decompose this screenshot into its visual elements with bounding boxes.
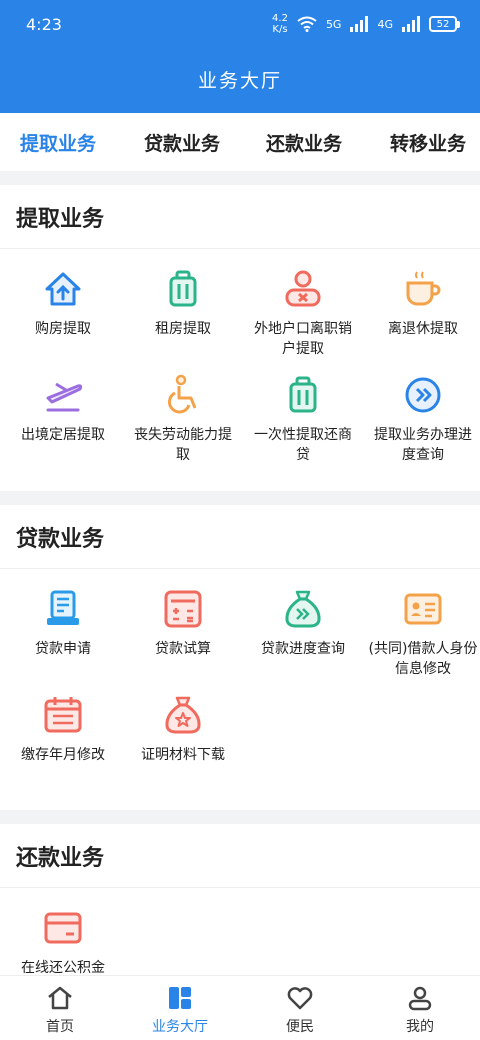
service-label: 贷款试算: [155, 641, 211, 657]
money-bag-forward-icon: [281, 587, 325, 631]
service-disability-withdrawal[interactable]: 丧失劳动能力提取: [126, 373, 240, 479]
section-repayment: 还款业务 在线还公积金: [0, 824, 480, 976]
service-label: 证明材料下载: [141, 747, 225, 763]
house-upload-icon: [41, 267, 85, 311]
user-icon: [408, 986, 432, 1011]
nav-label: 便民: [286, 1019, 314, 1035]
signal-icon: [350, 16, 369, 32]
grid-icon: [169, 987, 191, 1009]
id-card-icon: [401, 587, 445, 631]
nav-label: 首页: [46, 1019, 74, 1035]
service-label: 缴存年月修改: [21, 747, 105, 763]
service-label: 一次性提取还商贷: [254, 427, 352, 463]
service-label: 租房提取: [155, 321, 211, 337]
airplane-icon: [41, 373, 85, 417]
service-loan-application[interactable]: 贷款申请: [6, 587, 120, 693]
service-certificate-download[interactable]: 证明材料下载: [126, 693, 240, 799]
service-label: 购房提取: [35, 321, 91, 337]
service-deposit-month-edit[interactable]: 缴存年月修改: [6, 693, 120, 799]
nav-home[interactable]: 首页: [0, 976, 120, 1040]
service-loan-progress[interactable]: 贷款进度查询: [246, 587, 360, 693]
nav-mine[interactable]: 我的: [360, 976, 480, 1040]
section-title: 还款业务: [0, 824, 480, 888]
service-label: 外地户口离职销户提取: [254, 321, 352, 357]
service-loan-calculator[interactable]: 贷款试算: [126, 587, 240, 693]
network-label-5g: 5G: [325, 17, 342, 31]
service-withdrawal-progress[interactable]: 提取业务办理进度查询: [366, 373, 480, 479]
service-label: 丧失劳动能力提取: [134, 427, 232, 463]
section-title: 贷款业务: [0, 505, 480, 569]
tab-loan[interactable]: 贷款业务: [132, 129, 232, 156]
nav-label: 业务大厅: [152, 1019, 208, 1035]
service-label: (共同)借款人身份信息修改: [368, 641, 478, 677]
service-label: 离退休提取: [388, 321, 458, 337]
nav-label: 我的: [406, 1019, 434, 1035]
nav-business-hall[interactable]: 业务大厅: [120, 976, 240, 1040]
net-speed: 4.2 K/s: [272, 13, 288, 35]
money-bag-star-icon: [161, 693, 205, 737]
nav-convenience[interactable]: 便民: [240, 976, 360, 1040]
service-borrower-info-edit[interactable]: (共同)借款人身份信息修改: [366, 587, 480, 693]
tab-repayment[interactable]: 还款业务: [254, 129, 354, 156]
tab-withdrawal[interactable]: 提取业务: [8, 129, 108, 156]
calculator-icon: [161, 587, 205, 631]
service-purchase-withdrawal[interactable]: 购房提取: [6, 267, 120, 373]
credit-card-icon: [41, 906, 85, 950]
user-remove-icon: [281, 267, 325, 311]
signal-icon: [402, 16, 420, 32]
tab-transfer[interactable]: 转移业务: [378, 129, 478, 156]
service-retire-withdrawal[interactable]: 离退休提取: [366, 267, 480, 373]
battery-icon: 52: [429, 16, 460, 32]
service-rent-withdrawal[interactable]: 租房提取: [126, 267, 240, 373]
coffee-cup-icon: [401, 267, 445, 311]
form-printer-icon: [41, 587, 85, 631]
service-label: 出境定居提取: [21, 427, 105, 443]
bottom-nav: 首页 业务大厅 便民 我的: [0, 975, 480, 1040]
calendar-icon: [41, 693, 85, 737]
service-label: 提取业务办理进度查询: [374, 427, 472, 463]
heart-icon: [287, 987, 313, 1010]
section-loan: 贷款业务 贷款申请 贷款试算 贷款进度查询 (共同)借款人身份信息修改 缴存年月…: [0, 505, 480, 810]
forward-circle-icon: [401, 373, 445, 417]
service-repay-commercial-loan[interactable]: 一次性提取还商贷: [246, 373, 360, 479]
luggage-icon: [281, 373, 325, 417]
service-label: 贷款申请: [35, 641, 91, 657]
category-tabs: 提取业务 贷款业务 还款业务 转移业务: [0, 113, 480, 171]
network-label-4g: 4G: [377, 17, 393, 31]
service-emigrate-withdrawal[interactable]: 出境定居提取: [6, 373, 120, 479]
app-header: 4:23 4.2 K/s 5G 4G 52 业务大厅: [0, 0, 480, 113]
section-withdrawal: 提取业务 购房提取 租房提取 外地户口离职销户提取 离退休提取 出境定居提取 丧…: [0, 185, 480, 491]
wheelchair-icon: [161, 373, 205, 417]
wifi-icon: [297, 16, 317, 32]
service-label: 贷款进度查询: [261, 641, 345, 657]
page-title: 业务大厅: [197, 70, 282, 92]
status-bar: 4:23 4.2 K/s 5G 4G 52: [0, 0, 480, 48]
section-title: 提取业务: [0, 185, 480, 249]
luggage-icon: [161, 267, 205, 311]
service-resign-withdrawal[interactable]: 外地户口离职销户提取: [246, 267, 360, 373]
status-time: 4:23: [26, 14, 62, 34]
home-icon: [48, 986, 72, 1010]
